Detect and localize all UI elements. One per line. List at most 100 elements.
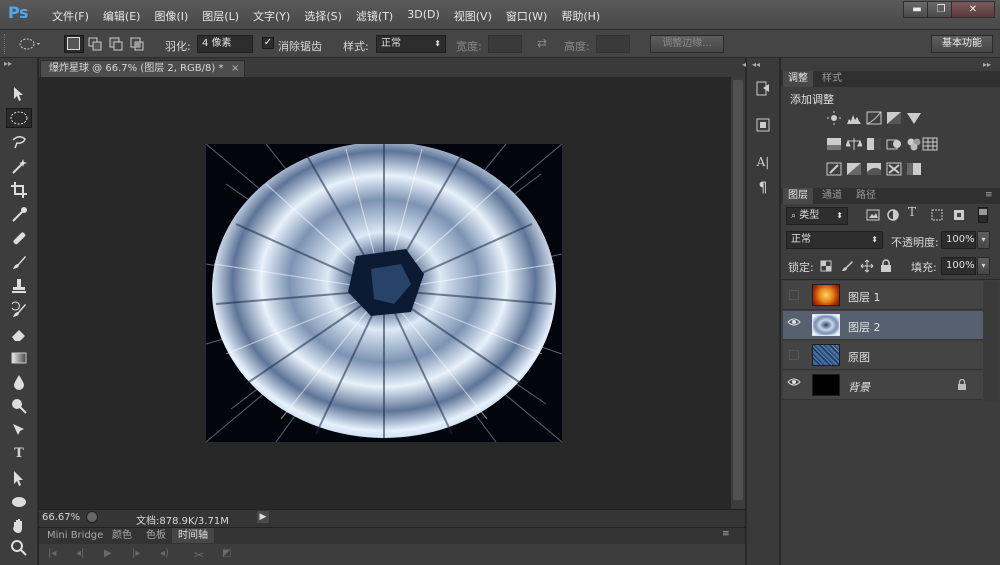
menu-edit[interactable]: 编辑(E)	[96, 8, 148, 24]
panel-menu-icon[interactable]: ≡	[722, 529, 730, 539]
zoom-level[interactable]: 66.67%	[42, 512, 80, 523]
photo-filter-icon[interactable]	[886, 137, 902, 154]
exploding-planet-image[interactable]	[205, 142, 563, 443]
visibility-toggle[interactable]	[786, 347, 802, 363]
path-selection-icon[interactable]	[6, 468, 32, 488]
feather-input[interactable]: 4 像素	[197, 35, 253, 53]
hue-saturation-icon[interactable]	[826, 137, 842, 154]
menu-filter[interactable]: 滤镜(T)	[349, 8, 400, 24]
status-menu-icon[interactable]	[86, 511, 98, 523]
menu-type[interactable]: 文字(Y)	[246, 8, 297, 24]
elliptical-marquee-tool-icon[interactable]	[6, 108, 32, 128]
character-panel-icon[interactable]: A|	[752, 152, 774, 172]
exposure-icon[interactable]	[886, 111, 902, 128]
expand-dock-icon[interactable]: ◂◂	[752, 60, 760, 69]
filter-pixel-icon[interactable]	[866, 208, 880, 225]
intersect-selection-icon[interactable]	[129, 36, 147, 52]
marquee-preset-icon[interactable]	[18, 36, 42, 52]
history-brush-icon[interactable]	[6, 300, 32, 320]
posterize-icon[interactable]	[846, 162, 862, 179]
tab-adjustments[interactable]: 调整	[783, 71, 813, 87]
history-panel-icon[interactable]	[752, 80, 774, 100]
tab-channels[interactable]: 通道	[817, 188, 847, 204]
eye-icon[interactable]	[786, 317, 802, 333]
tab-mini-bridge[interactable]: Mini Bridge	[41, 528, 109, 543]
refine-edge-button[interactable]: 调整边缘...	[650, 35, 724, 53]
layer-name[interactable]: 图层 2	[848, 319, 881, 335]
fill-input[interactable]: 100%	[941, 257, 976, 275]
type-tool-icon[interactable]: T	[6, 444, 32, 464]
options-grip[interactable]	[4, 34, 8, 54]
menu-image[interactable]: 图像(I)	[147, 8, 195, 24]
tab-styles[interactable]: 样式	[817, 71, 847, 87]
gradient-tool-icon[interactable]	[6, 348, 32, 368]
move-tool-icon[interactable]	[6, 84, 32, 104]
threshold-icon[interactable]	[866, 162, 882, 179]
lock-all-icon[interactable]	[880, 259, 892, 276]
channel-mixer-icon[interactable]	[906, 137, 922, 154]
blend-mode-select[interactable]: 正常 ⬍	[786, 231, 883, 249]
layer-name[interactable]: 原图	[848, 349, 870, 365]
gradient-map-icon[interactable]	[906, 162, 922, 179]
next-frame-icon[interactable]: |▸	[132, 548, 140, 559]
eraser-tool-icon[interactable]	[6, 324, 32, 344]
brightness-icon[interactable]	[826, 111, 842, 128]
selective-color-icon[interactable]	[886, 162, 902, 179]
dodge-tool-icon[interactable]	[6, 396, 32, 416]
clone-stamp-icon[interactable]	[6, 276, 32, 296]
split-icon[interactable]: ✂	[194, 548, 204, 562]
first-frame-icon[interactable]: |◂	[48, 548, 56, 559]
audio-icon[interactable]: ◂)	[160, 548, 169, 559]
invert-icon[interactable]	[826, 162, 842, 179]
eye-icon[interactable]	[786, 377, 802, 393]
play-icon[interactable]: ▶	[104, 548, 112, 559]
layers-scrollbar[interactable]	[983, 281, 997, 401]
prev-frame-icon[interactable]: ◂|	[76, 548, 84, 559]
blur-tool-icon[interactable]	[6, 372, 32, 392]
menu-window[interactable]: 窗口(W)	[499, 8, 554, 24]
filter-toggle[interactable]	[978, 207, 988, 223]
status-arrow-icon[interactable]: ▶	[257, 511, 269, 523]
menu-view[interactable]: 视图(V)	[447, 8, 499, 24]
fill-dropdown-icon[interactable]: ▾	[977, 257, 990, 275]
hand-tool-icon[interactable]	[6, 516, 32, 536]
healing-brush-icon[interactable]	[6, 228, 32, 248]
layer-name[interactable]: 背景	[848, 379, 870, 395]
lock-transparent-icon[interactable]	[820, 260, 832, 275]
zoom-tool-icon[interactable]	[6, 538, 32, 558]
layer-filter-select[interactable]: ⌕ 类型 ⬍	[786, 207, 848, 225]
menu-help[interactable]: 帮助(H)	[554, 8, 607, 24]
workspace-button[interactable]: 基本功能	[931, 35, 993, 53]
filter-type-icon[interactable]: T	[908, 205, 916, 219]
black-white-icon[interactable]	[866, 137, 882, 154]
new-selection-icon[interactable]	[64, 35, 84, 53]
scrollbar-thumb[interactable]	[733, 80, 743, 500]
brush-tool-icon[interactable]	[6, 252, 32, 272]
close-window-button[interactable]: ✕	[951, 1, 995, 18]
layer-name[interactable]: 图层 1	[848, 289, 881, 305]
antialias-checkbox[interactable]: ✓	[262, 37, 274, 49]
tab-timeline[interactable]: 时间轴	[172, 528, 214, 543]
menu-3d[interactable]: 3D(D)	[400, 8, 447, 24]
opacity-input[interactable]: 100%	[941, 231, 976, 249]
menu-select[interactable]: 选择(S)	[297, 8, 349, 24]
color-balance-icon[interactable]	[845, 137, 863, 154]
width-input[interactable]	[488, 35, 522, 53]
color-lookup-icon[interactable]	[922, 137, 938, 154]
filter-smart-object-icon[interactable]	[952, 208, 966, 225]
collapse-tools-icon[interactable]: ▸▸	[4, 60, 34, 68]
levels-icon[interactable]	[846, 111, 862, 128]
tab-paths[interactable]: 路径	[851, 188, 881, 204]
close-tab-icon[interactable]: ×	[231, 61, 239, 77]
vibrance-icon[interactable]	[906, 111, 922, 128]
magic-wand-icon[interactable]	[6, 156, 32, 176]
menu-file[interactable]: 文件(F)	[45, 8, 96, 24]
document-tab[interactable]: 爆炸星球 @ 66.7% (图层 2, RGB/8) * ×	[40, 60, 245, 77]
lock-position-icon[interactable]	[860, 259, 874, 276]
tab-color[interactable]: 颜色	[106, 528, 138, 543]
layers-menu-icon[interactable]: ≡	[985, 190, 993, 200]
lock-pixels-icon[interactable]	[840, 259, 854, 276]
crop-tool-icon[interactable]	[6, 180, 32, 200]
swap-icon[interactable]: ⇄	[537, 36, 547, 50]
style-select[interactable]: 正常 ⬍	[376, 35, 446, 53]
